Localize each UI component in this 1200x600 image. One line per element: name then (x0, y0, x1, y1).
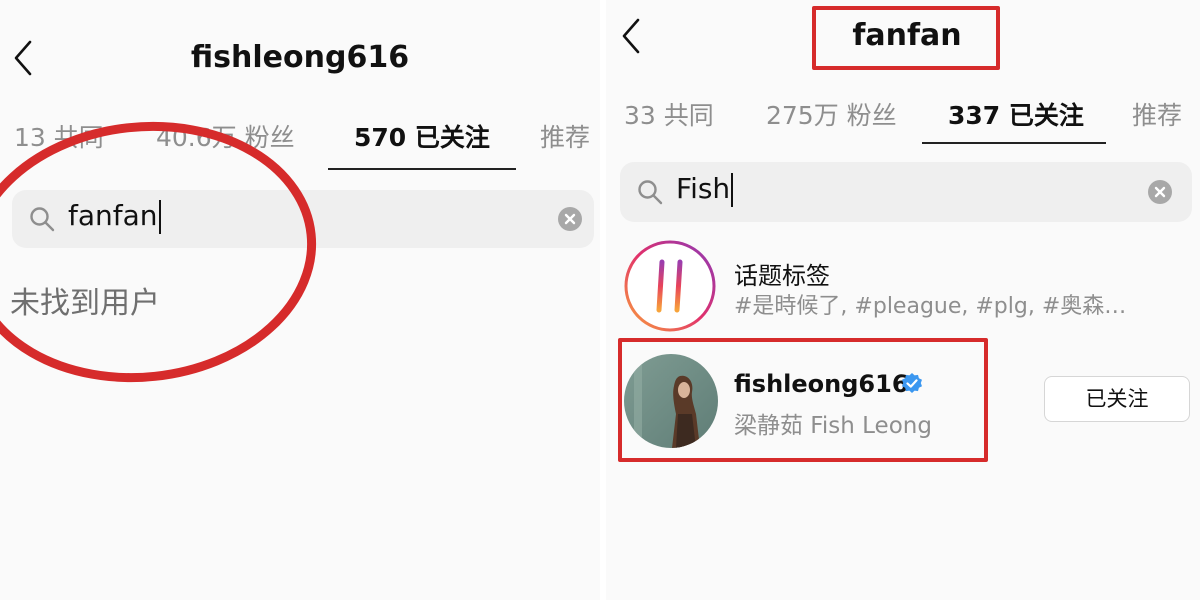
tab-suggested[interactable]: 推荐 (540, 118, 590, 154)
search-icon (30, 207, 55, 232)
tab-followers[interactable]: 275万 粉丝 (766, 96, 897, 132)
red-circle-annotation (0, 121, 317, 383)
search-input[interactable]: Fish (676, 172, 734, 207)
search-field[interactable]: fanfan (12, 190, 594, 248)
active-tab-indicator (922, 142, 1106, 144)
profile-title: fanfan (852, 18, 962, 53)
user-username: fishleong616 (734, 370, 909, 398)
right-screenshot-panel: fanfan 33 共同 275万 粉丝 337 已关注 推荐 Fish 话题标… (606, 0, 1200, 600)
search-input[interactable]: fanfan (68, 199, 161, 234)
active-tab-indicator (328, 168, 516, 170)
following-button[interactable]: 已关注 (1044, 376, 1190, 422)
tab-following[interactable]: 570 已关注 (354, 118, 490, 154)
search-icon (638, 180, 663, 205)
left-screenshot-panel: fishleong616 13 共同 40.6万 粉丝 570 已关注 推荐 f… (0, 0, 600, 600)
search-field[interactable]: Fish (620, 162, 1192, 222)
tab-mutual[interactable]: 33 共同 (624, 96, 714, 132)
hashtag-title: 话题标签 (734, 262, 830, 290)
tab-following[interactable]: 337 已关注 (948, 96, 1084, 132)
tab-mutual[interactable]: 13 共同 (14, 118, 104, 154)
clear-icon[interactable] (1148, 180, 1172, 204)
hashtag-icon (624, 240, 716, 332)
hashtag-subtitle: #是時候了, #pleague, #plg, #奥森… (734, 294, 1127, 319)
tab-suggested[interactable]: 推荐 (1132, 96, 1182, 132)
text-caret (731, 173, 734, 207)
tab-followers[interactable]: 40.6万 粉丝 (156, 118, 295, 154)
verified-badge-icon (902, 373, 922, 393)
text-caret (158, 200, 161, 234)
no-users-found-message: 未找到用户 (10, 286, 160, 321)
clear-icon[interactable] (558, 207, 582, 231)
profile-title: fishleong616 (190, 40, 410, 75)
back-chevron-icon[interactable] (620, 16, 642, 56)
user-full-name: 梁静茹 Fish Leong (734, 413, 932, 439)
avatar (624, 354, 718, 448)
